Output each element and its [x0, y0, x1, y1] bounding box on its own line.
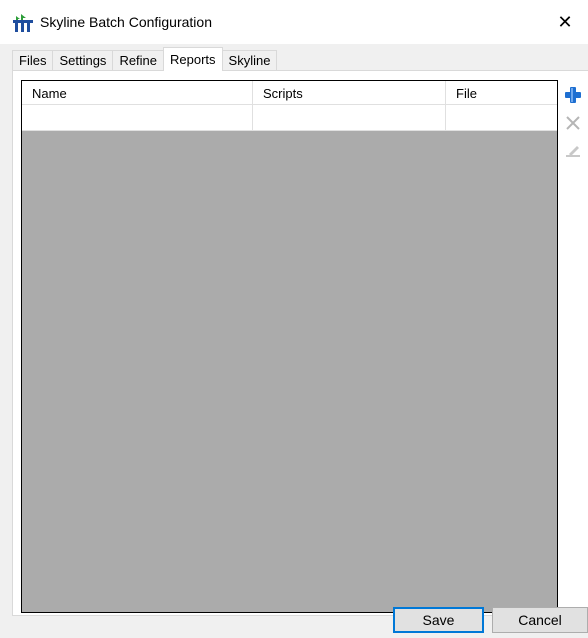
reports-grid[interactable]: Name Scripts File: [21, 80, 558, 613]
reports-tab-page: Name Scripts File: [12, 70, 588, 616]
close-button[interactable]: ✕: [542, 0, 588, 44]
title-bar: Skyline Batch Configuration ✕: [0, 0, 588, 44]
tab-skyline[interactable]: Skyline: [221, 50, 278, 70]
window-title: Skyline Batch Configuration: [40, 14, 212, 30]
table-row[interactable]: [22, 105, 557, 131]
cell-file[interactable]: [446, 105, 557, 130]
cell-scripts[interactable]: [253, 105, 446, 130]
delete-icon: [566, 116, 580, 130]
save-button[interactable]: Save: [393, 607, 484, 633]
plus-icon: [565, 87, 581, 103]
delete-report-button[interactable]: [562, 112, 584, 134]
tab-reports[interactable]: Reports: [163, 47, 223, 71]
column-header-file[interactable]: File: [446, 81, 557, 104]
cancel-button[interactable]: Cancel: [492, 607, 588, 633]
column-header-name[interactable]: Name: [22, 81, 253, 104]
add-report-button[interactable]: [562, 84, 584, 106]
column-header-scripts[interactable]: Scripts: [253, 81, 446, 104]
tab-settings[interactable]: Settings: [52, 50, 114, 70]
close-icon: ✕: [557, 11, 573, 32]
edit-report-button[interactable]: [562, 140, 584, 162]
tab-strip: Files Settings Refine Reports Skyline: [12, 47, 278, 71]
tab-refine[interactable]: Refine: [112, 50, 165, 70]
grid-header: Name Scripts File: [22, 81, 557, 105]
skyline-app-icon: [13, 14, 33, 32]
cell-name[interactable]: [22, 105, 253, 130]
skyline-batch-configuration-window: Skyline Batch Configuration ✕ Files Sett…: [0, 0, 588, 638]
tab-files[interactable]: Files: [12, 50, 54, 70]
edit-icon: [566, 146, 580, 157]
